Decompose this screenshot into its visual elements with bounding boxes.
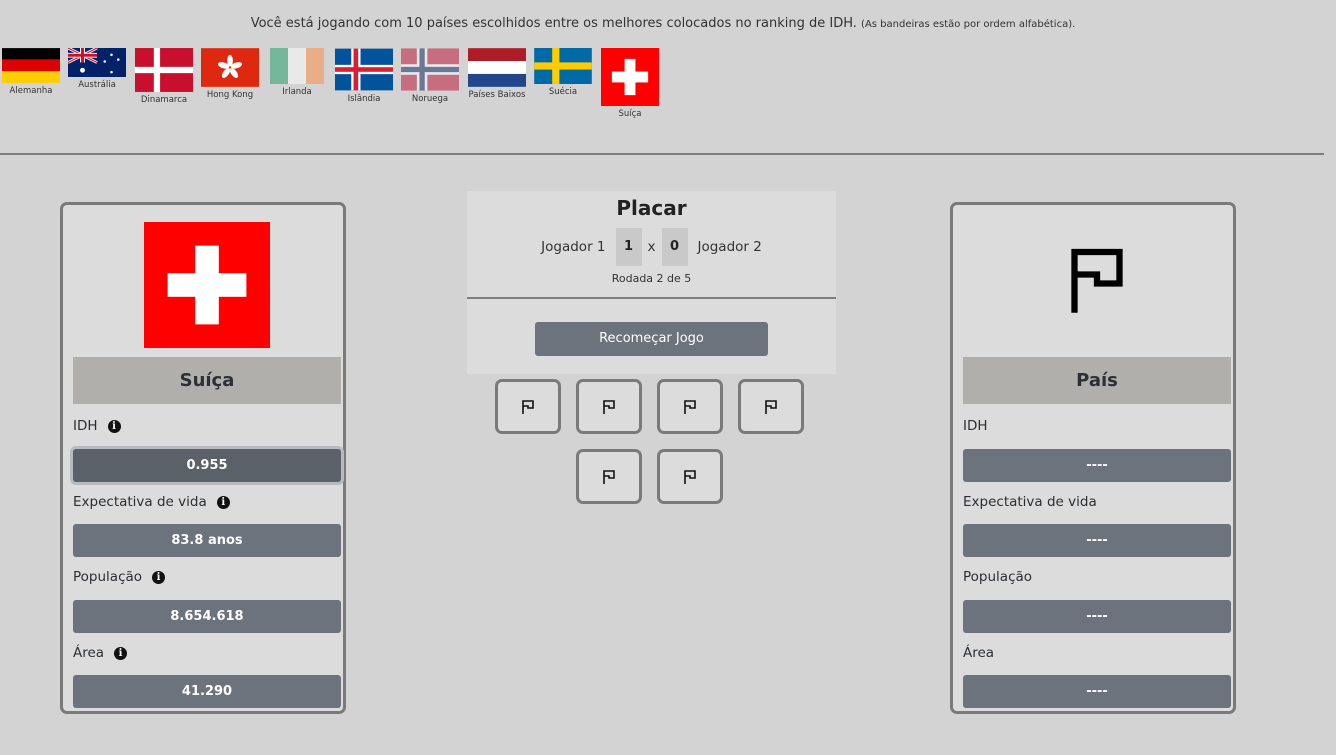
flag-item-suecia[interactable]: Suécia (530, 48, 596, 97)
denmark-flag-icon (135, 48, 193, 92)
flag-item-hong-kong[interactable]: Hong Kong (197, 48, 263, 100)
stat-button-area[interactable]: 41.290 (73, 675, 341, 708)
flag-icon (603, 399, 615, 414)
card-slot-6[interactable] (657, 449, 723, 504)
stat-button-expectativa[interactable]: 83.8 anos (73, 524, 341, 557)
card-slot-2[interactable] (576, 379, 642, 434)
flag-strip: Alemanha Austrália Dinamarca Hong Kong I… (0, 48, 680, 128)
player2-score: 0 (661, 228, 688, 266)
switzerland-flag-icon (601, 48, 659, 106)
stat-label-area: Área i (73, 645, 128, 661)
info-icon[interactable]: i (152, 570, 166, 584)
score-row: Jogador 1 1 x 0 Jogador 2 (467, 228, 836, 266)
player-card-left: Suíça IDH i 0.955 Expectativa de vida i 83… (60, 202, 346, 714)
stat-label-text: IDH (73, 418, 98, 434)
player1-score: 1 (615, 228, 642, 266)
australia-flag-icon (68, 48, 126, 77)
flag-label: Noruega (411, 94, 449, 104)
stat-button-area[interactable]: ---- (963, 675, 1231, 708)
restart-button[interactable]: Recomeçar Jogo (535, 322, 768, 356)
germany-flag-icon (2, 48, 60, 83)
stat-button-expectativa[interactable]: ---- (963, 524, 1231, 557)
score-panel: Placar Jogador 1 1 x 0 Jogador 2 Rodada … (467, 191, 836, 374)
card-slot-3[interactable] (657, 379, 723, 434)
flag-item-australia[interactable]: Austrália (64, 48, 130, 90)
stat-label-expectativa: Expectativa de vida (963, 494, 1097, 510)
stat-label-idh: IDH i (73, 418, 121, 434)
switzerland-flag-icon (144, 222, 270, 348)
flag-icon (684, 469, 696, 484)
stat-button-populacao[interactable]: ---- (963, 600, 1231, 633)
flag-item-dinamarca[interactable]: Dinamarca (131, 48, 197, 105)
info-icon[interactable]: i (107, 419, 121, 433)
flag-item-suica[interactable]: Suíça (597, 48, 663, 119)
flag-label: Suécia (548, 87, 578, 97)
stat-label-text: População (73, 569, 143, 585)
flag-item-islandia[interactable]: Islândia (331, 48, 397, 104)
card-flag (63, 222, 343, 352)
flag-item-paises-baixos[interactable]: Países Baixos (464, 48, 530, 100)
flag-icon (522, 399, 534, 414)
stat-label-populacao: População (963, 569, 1033, 585)
round-indicator: Rodada 2 de 5 (611, 272, 692, 285)
stat-button-idh[interactable]: ---- (963, 449, 1231, 482)
flag-label: Islândia (347, 94, 381, 104)
flag-icon (684, 399, 696, 414)
ireland-flag-icon (270, 48, 324, 84)
intro-main: Você está jogando com 10 países escolhid… (250, 16, 857, 31)
sweden-flag-icon (534, 48, 592, 84)
flag-icon (603, 469, 615, 484)
country-name: Suíça (73, 357, 341, 404)
card-slot-4[interactable] (738, 379, 804, 434)
flag-label: Alemanha (9, 86, 53, 96)
card-slot-5[interactable] (576, 449, 642, 504)
flag-label: Suíça (618, 109, 642, 119)
iceland-flag-icon (335, 48, 393, 91)
info-icon[interactable]: i (114, 646, 128, 660)
flag-icon (1071, 248, 1123, 313)
player-card-right: País IDH ---- Expectativa de vida ---- P… (950, 202, 1236, 714)
score-divider (467, 297, 836, 299)
stat-button-idh[interactable]: 0.955 (73, 449, 341, 482)
card-flag (953, 222, 1233, 352)
flag-icon (765, 399, 777, 414)
stat-label-idh: IDH (963, 418, 988, 434)
hong-kong-flag-icon (201, 48, 259, 87)
card-slot-1[interactable] (495, 379, 561, 434)
flag-label: Países Baixos (468, 90, 526, 100)
flag-label: Dinamarca (140, 95, 188, 105)
score-title: Placar (616, 196, 687, 220)
flag-item-alemanha[interactable]: Alemanha (0, 48, 64, 96)
norway-flag-icon (401, 48, 459, 91)
player2-name: Jogador 2 (697, 239, 762, 255)
stat-label-text: Expectativa de vida (73, 494, 207, 510)
flag-label: Austrália (78, 80, 116, 90)
netherlands-flag-icon (468, 48, 526, 87)
flag-item-noruega[interactable]: Noruega (397, 48, 463, 104)
flag-item-irlanda[interactable]: Irlanda (264, 48, 330, 97)
stat-label-area: Área (963, 645, 995, 661)
stat-label-text: Área (73, 645, 105, 661)
intro-text: Você está jogando com 10 países escolhid… (0, 16, 1326, 31)
intro-note: (As bandeiras estão por ordem alfabética… (861, 19, 1076, 30)
country-name: País (963, 357, 1231, 404)
stat-button-populacao[interactable]: 8.654.618 (73, 600, 341, 633)
section-divider (0, 153, 1324, 155)
score-separator: x (647, 239, 656, 255)
stat-label-populacao: População i (73, 569, 166, 585)
flag-label: Irlanda (282, 87, 312, 97)
info-icon[interactable]: i (216, 495, 230, 509)
stat-label-expectativa: Expectativa de vida i (73, 494, 230, 510)
flag-label: Hong Kong (206, 90, 254, 100)
player1-name: Jogador 1 (541, 239, 606, 255)
